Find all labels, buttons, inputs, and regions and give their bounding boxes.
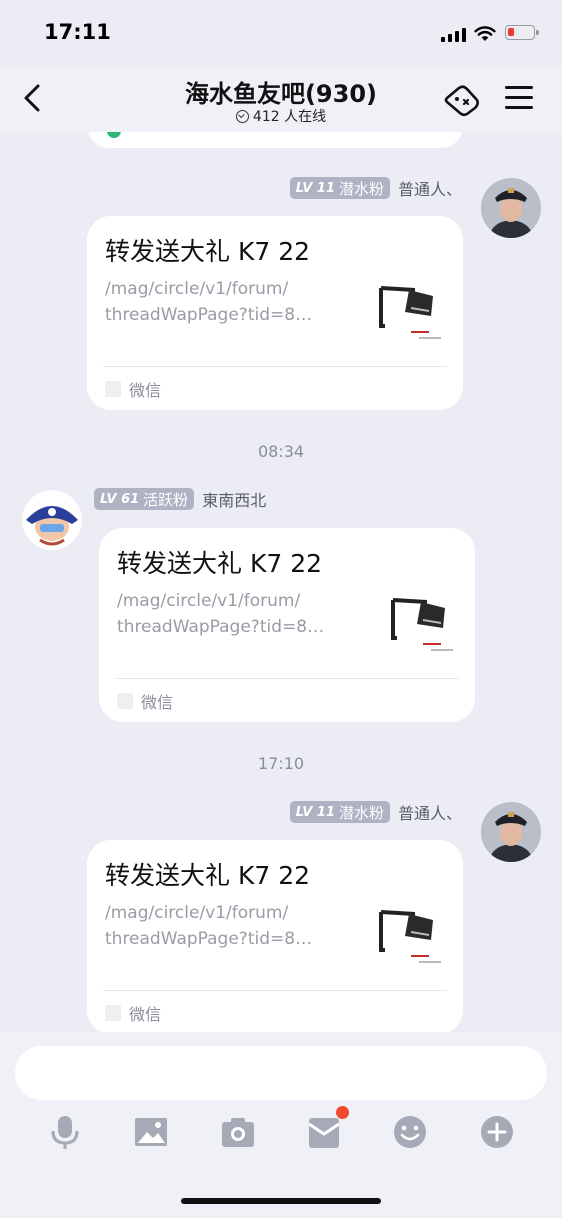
message-list[interactable]: LV 11 潜水粉 普通人、 转发送大礼 K7 22 /mag/circle/v1… [0, 132, 562, 1032]
shared-link-card[interactable]: 转发送大礼 K7 22 /mag/circle/v1/forum/ thread… [99, 528, 475, 722]
status-bar: 17:11 [0, 0, 562, 66]
avatar[interactable] [481, 178, 541, 238]
wechat-dot-icon [107, 132, 121, 138]
previous-message-bubble [87, 132, 463, 148]
avatar[interactable] [481, 802, 541, 862]
card-title: 转发送大礼 K7 22 [117, 549, 323, 578]
shared-link-card[interactable]: 转发送大礼 K7 22 /mag/circle/v1/forum/ thread… [87, 216, 463, 410]
image-icon[interactable] [134, 1114, 168, 1150]
card-url: /mag/circle/v1/forum/ threadWapPage?tid=… [117, 591, 325, 637]
person-in-naval-cap-icon [481, 802, 541, 862]
message-header: LV 11 潜水粉 普通人、 [289, 176, 462, 200]
level-badge: LV 61 活跃粉 [94, 488, 195, 510]
card-divider [115, 678, 459, 679]
home-indicator[interactable] [181, 1198, 381, 1204]
sender-name[interactable]: 普通人、 [398, 176, 462, 200]
cellular-signal-icon [441, 28, 467, 42]
message-header: LV 11 潜水粉 普通人、 [289, 800, 462, 824]
online-clock-icon [235, 110, 249, 123]
card-title: 转发送大礼 K7 22 [105, 237, 311, 266]
red-packet-icon[interactable] [307, 1114, 341, 1150]
aquarium-light-thumbnail [383, 594, 459, 666]
battery-icon [505, 25, 539, 40]
wechat-icon [105, 381, 121, 397]
emoji-icon[interactable] [393, 1114, 427, 1150]
time-separator: 08:34 [257, 442, 305, 461]
wechat-icon [105, 1005, 121, 1021]
time-separator: 17:10 [257, 754, 305, 773]
shared-link-card[interactable]: 转发送大礼 K7 22 /mag/circle/v1/forum/ thread… [87, 840, 463, 1032]
card-divider [103, 990, 447, 991]
wifi-icon [474, 26, 496, 41]
message-header: LV 61 活跃粉 東南西北 [94, 487, 266, 511]
cartoon-pirate-captain-icon [22, 490, 82, 550]
card-title: 转发送大礼 K7 22 [105, 861, 311, 890]
card-divider [103, 366, 447, 367]
microphone-icon[interactable] [48, 1114, 82, 1150]
card-source: 微信 [117, 689, 173, 713]
sender-name[interactable]: 普通人、 [398, 800, 462, 824]
card-url: /mag/circle/v1/forum/ threadWapPage?tid=… [105, 903, 313, 949]
aquarium-light-thumbnail [371, 906, 447, 978]
notification-dot [336, 1106, 349, 1119]
menu-icon[interactable] [505, 86, 533, 112]
status-time: 17:11 [44, 20, 111, 44]
composer [0, 1032, 562, 1218]
sender-name[interactable]: 東南西北 [202, 487, 266, 511]
plus-icon[interactable] [480, 1114, 514, 1150]
camera-icon[interactable] [221, 1114, 255, 1150]
aquarium-light-thumbnail [371, 282, 447, 354]
person-in-naval-cap-icon [481, 178, 541, 238]
card-source: 微信 [105, 1001, 161, 1025]
wechat-icon [117, 693, 133, 709]
card-source: 微信 [105, 377, 161, 401]
level-badge: LV 11 潜水粉 [289, 177, 390, 199]
chat-header: 海水鱼友吧(930) 412 人在线 [0, 66, 562, 132]
card-url: /mag/circle/v1/forum/ threadWapPage?tid=… [105, 279, 313, 325]
game-controller-icon[interactable] [441, 84, 481, 118]
level-badge: LV 11 潜水粉 [289, 801, 390, 823]
message-input[interactable] [15, 1046, 547, 1100]
avatar[interactable] [22, 490, 82, 550]
